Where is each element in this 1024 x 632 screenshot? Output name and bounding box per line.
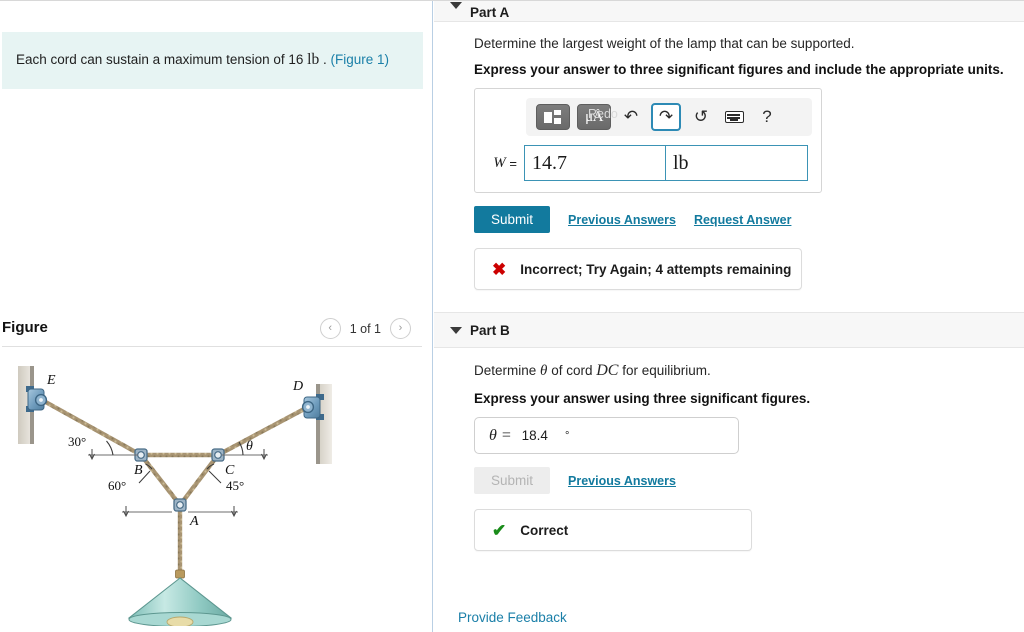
- part-b-answer-value: 18.4: [521, 428, 548, 443]
- part-a-feedback-text: Incorrect; Try Again; 4 attempts remaini…: [520, 261, 792, 277]
- part-a-answer-row: W =: [484, 145, 812, 181]
- part-b-question-cord: DC: [596, 362, 619, 379]
- bracket-E: [26, 386, 48, 412]
- figure-angle-30: 30°: [68, 434, 86, 449]
- part-a-title: Part A: [470, 5, 510, 20]
- part-b-question-prefix: Determine: [474, 363, 537, 378]
- figure-panel-title: Figure: [2, 319, 48, 336]
- part-b-title: Part B: [470, 322, 510, 338]
- part-b-answer-label: θ =: [489, 426, 512, 444]
- cord-EB: [39, 397, 144, 458]
- cord-BA: [138, 452, 183, 508]
- part-a-body: Determine the largest weight of the lamp…: [434, 22, 1024, 290]
- figure-label-theta: θ: [246, 439, 253, 454]
- part-a-feedback: ✖ Incorrect; Try Again; 4 attempts remai…: [474, 248, 802, 290]
- redo-icon[interactable]: ↷: [651, 103, 681, 131]
- figure-prev-button[interactable]: ‹: [319, 318, 341, 339]
- joint-A: [173, 498, 187, 512]
- part-b-answer-field[interactable]: θ = 18.4 °: [474, 417, 739, 454]
- part-a-units-input[interactable]: [665, 145, 808, 181]
- part-b-feedback-text: Correct: [520, 522, 569, 538]
- part-b-question-mid: of cord: [551, 363, 593, 378]
- part-b-body: Determine θ of cord DC for equilibrium. …: [434, 348, 1024, 551]
- template-icon[interactable]: [536, 104, 570, 130]
- figure-diagram: E D B C A θ 30° 60° 45°: [0, 356, 432, 628]
- figure-label-B: B: [134, 463, 143, 478]
- keyboard-icon[interactable]: [721, 104, 747, 130]
- units-icon-label: μÅ: [585, 108, 603, 125]
- part-a-instruction: Express your answer to three significant…: [474, 62, 1004, 77]
- correct-icon: ✔: [492, 520, 507, 540]
- problem-text-before: Each cord can sustain a maximum tension …: [16, 52, 304, 67]
- part-b-question-suffix: for equilibrium.: [622, 363, 711, 378]
- chevron-down-icon-part-b[interactable]: [450, 326, 462, 334]
- part-a-submit-button[interactable]: Submit: [474, 206, 551, 233]
- help-icon[interactable]: ?: [754, 104, 780, 130]
- part-a-answer-widget: μÅ ↶ ↷ ↺ ? Redo W =: [474, 88, 822, 193]
- figure-1-link[interactable]: (Figure 1): [331, 52, 390, 67]
- part-b-question-theta: θ: [540, 363, 548, 379]
- cord-CD: [215, 404, 311, 458]
- part-a-header[interactable]: Part A: [434, 1, 1024, 22]
- part-b-submit-button: Submit: [474, 467, 551, 494]
- figure-header: Figure ‹ 1 of 1 ›: [0, 318, 432, 347]
- part-a-value-input[interactable]: [524, 145, 666, 181]
- math-toolbar: μÅ ↶ ↷ ↺ ? Redo: [526, 98, 812, 136]
- provide-feedback-link[interactable]: Provide Feedback: [458, 610, 567, 625]
- part-b-button-row: Submit Previous Answers: [474, 467, 1024, 494]
- figure-label-A: A: [189, 514, 199, 529]
- figure-label-C: C: [225, 463, 235, 478]
- incorrect-icon: ✖: [492, 259, 507, 279]
- figure-angle-45: 45°: [226, 478, 244, 493]
- problem-statement: Each cord can sustain a maximum tension …: [2, 32, 423, 89]
- part-b-previous-answers-link[interactable]: Previous Answers: [568, 474, 676, 488]
- figure-svg: E D B C A θ 30° 60° 45°: [18, 366, 332, 628]
- part-a-previous-answers-link[interactable]: Previous Answers: [568, 213, 676, 227]
- part-a-request-answer-link[interactable]: Request Answer: [694, 213, 791, 227]
- figure-pager: ‹ 1 of 1 ›: [319, 318, 411, 339]
- part-a-button-row: Submit Previous Answers Request Answer: [474, 206, 1024, 233]
- page-root: Each cord can sustain a maximum tension …: [0, 0, 1024, 632]
- lamp: [127, 569, 233, 628]
- problem-unit: lb: [307, 51, 320, 68]
- part-a-question: Determine the largest weight of the lamp…: [474, 36, 855, 51]
- chevron-down-icon-part-a[interactable]: [450, 2, 462, 9]
- part-b-question: Determine θ of cord DC for equilibrium.: [474, 362, 1024, 380]
- figure-label-E: E: [46, 373, 56, 388]
- cord-CA: [177, 452, 221, 508]
- part-b-answer-unit: °: [564, 429, 570, 442]
- part-b-instruction: Express your answer using three signific…: [474, 391, 811, 406]
- units-icon[interactable]: μÅ: [577, 104, 611, 130]
- figure-label-D: D: [292, 379, 303, 394]
- figure-page-indicator: 1 of 1: [349, 321, 381, 336]
- reset-icon[interactable]: ↺: [688, 104, 714, 130]
- figure-divider: [2, 346, 422, 347]
- figure-angle-60: 60°: [108, 478, 126, 493]
- problem-text-after: .: [323, 52, 327, 67]
- undo-icon[interactable]: ↶: [618, 104, 644, 130]
- part-b-header[interactable]: Part B: [434, 312, 1024, 348]
- right-pane: Part A Determine the largest weight of t…: [434, 1, 1024, 632]
- figure-next-button[interactable]: ›: [390, 318, 411, 339]
- left-pane: Each cord can sustain a maximum tension …: [0, 1, 433, 632]
- part-a-answer-label: W =: [493, 154, 517, 171]
- part-b-feedback: ✔ Correct: [474, 509, 752, 551]
